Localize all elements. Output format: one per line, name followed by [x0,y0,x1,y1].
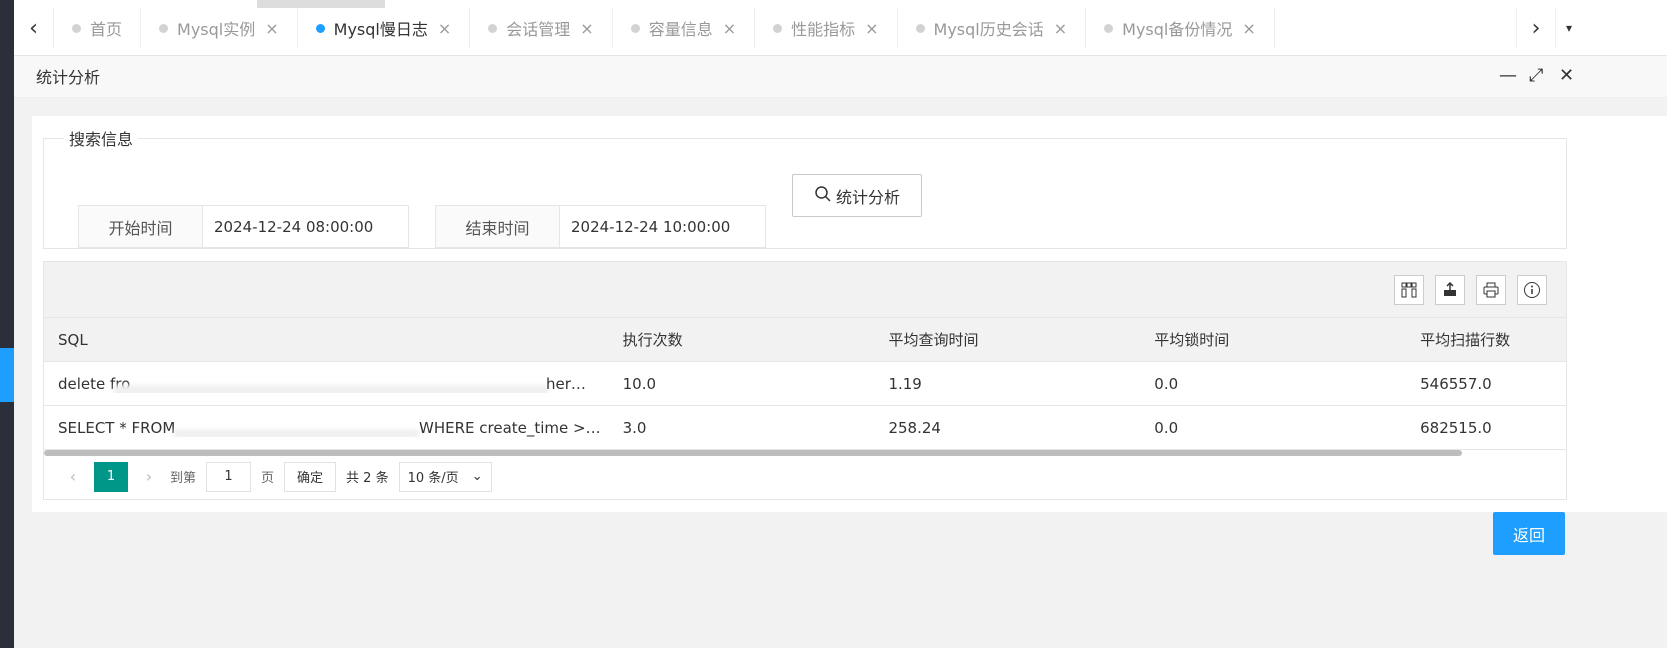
tab-label: Mysql实例 [177,20,256,39]
end-time-input[interactable]: 2024-12-24 10:00:00 [560,206,765,247]
panel-header: 统计分析 — ⤢ ✕ [14,56,1667,98]
tab-dot-icon [630,23,640,33]
count-cell: 10.0 [622,374,657,393]
minimize-icon[interactable]: — [1499,65,1517,86]
tab-dot-icon [315,23,325,33]
tab-label: Mysql慢日志 [333,20,428,39]
tab-capacity-info[interactable]: 容量信息 × [613,8,756,48]
table-toolbar [44,262,1566,318]
end-time-field: 结束时间 2024-12-24 10:00:00 [435,205,766,248]
page-unit-label: 页 [261,471,275,486]
tabs: 首页 Mysql实例 × Mysql慢日志 × 会话管理 × 容量信息 × 性能… [54,8,1275,48]
close-icon[interactable]: ✕ [1559,65,1574,86]
tab-scroll-left-icon[interactable]: ‹ [14,8,54,48]
start-time-field: 开始时间 2024-12-24 08:00:00 [78,205,409,248]
avg-rows-cell: 546557.0 [1420,374,1492,393]
column-header-avg-lock[interactable]: 平均锁时间 [1140,329,1406,350]
left-sidebar-strip [0,0,14,648]
tab-close-icon[interactable]: × [723,19,736,38]
tab-bar: ‹ 首页 Mysql实例 × Mysql慢日志 × 会话管理 × 容量信息 × [14,0,1667,56]
analyze-button-label: 统计分析 [835,187,900,207]
table-row[interactable]: delete fro her… 10.0 1.19 0.0 546557.0 [44,362,1566,406]
avg-query-cell: 258.24 [888,418,941,437]
column-header-avg-query[interactable]: 平均查询时间 [874,329,1140,350]
start-time-input[interactable]: 2024-12-24 08:00:00 [203,206,408,247]
tab-menu-chevron-down-icon[interactable]: ▾ [1559,8,1579,48]
tab-label: Mysql备份情况 [1122,20,1233,39]
goto-confirm-button[interactable]: 确定 [284,461,337,492]
tab-label: Mysql历史会话 [933,20,1044,39]
sql-cell: SELECT * FROM WHERE create_time >… [44,419,609,437]
tab-close-icon[interactable]: × [1242,19,1255,38]
column-header-avg-rows[interactable]: 平均扫描行数 [1406,329,1566,350]
tab-top-accent [257,0,385,8]
tab-dot-icon [159,23,169,33]
maximize-icon[interactable]: ⤢ [1529,65,1543,86]
avg-lock-cell: 0.0 [1154,418,1179,437]
chevron-down-icon: ⌄ [471,469,483,484]
current-page-button[interactable]: 1 [94,461,128,492]
tab-close-icon[interactable]: × [438,19,451,38]
export-icon[interactable] [1435,275,1465,305]
page-size-value: 10 条/页 [407,471,459,486]
tab-dot-icon [915,23,925,33]
sidebar-active-indicator [0,348,14,402]
tab-mysql-history-session[interactable]: Mysql历史会话 × [898,8,1087,48]
total-count: 共 2 条 [346,471,389,486]
sql-cell: delete fro her… [44,375,609,393]
tab-label: 会话管理 [506,20,571,39]
tab-mysql-slow-log[interactable]: Mysql慢日志 × [298,8,471,48]
content-card: 搜索信息 开始时间 2024-12-24 08:00:00 结束时间 2024-… [32,116,1667,512]
search-icon [814,185,832,207]
back-button[interactable]: 返回 [1493,512,1565,555]
info-icon[interactable] [1517,275,1547,305]
prev-page-icon[interactable]: ‹ [58,467,88,486]
tab-close-icon[interactable]: × [1054,19,1067,38]
tab-scroll-right-icon[interactable]: › [1516,8,1556,48]
tab-label: 性能指标 [791,20,856,39]
tab-session-management[interactable]: 会话管理 × [470,8,613,48]
tab-close-icon[interactable]: × [865,19,878,38]
next-page-icon[interactable]: › [134,467,164,486]
sql-text-end: WHERE create_time >… [419,418,601,437]
search-legend: 搜索信息 [69,130,134,149]
tab-label: 首页 [90,20,123,39]
table-header: SQL 执行次数 平均查询时间 平均锁时间 平均扫描行数 [44,318,1566,362]
table-row[interactable]: SELECT * FROM WHERE create_time >… 3.0 2… [44,406,1566,450]
tab-dot-icon [773,23,783,33]
tab-mysql-instance[interactable]: Mysql实例 × [141,8,298,48]
column-header-count[interactable]: 执行次数 [609,329,875,350]
avg-query-cell: 1.19 [888,374,922,393]
tab-dot-icon [488,23,498,33]
avg-lock-cell: 0.0 [1154,374,1179,393]
tab-dot-icon [72,23,81,33]
column-header-sql[interactable]: SQL [44,331,609,349]
redaction-mask [114,384,548,393]
print-icon[interactable] [1476,275,1506,305]
panel-title: 统计分析 [36,68,101,87]
sql-text-start: SELECT * FROM [58,418,176,437]
count-cell: 3.0 [622,418,647,437]
pagination: ‹ 1 › 到第 1 页 确定 共 2 条 10 条/页 ⌄ [44,454,1566,499]
columns-filter-icon[interactable] [1394,275,1424,305]
tab-label: 容量信息 [648,20,713,39]
sql-text-end: her… [546,374,586,393]
tab-close-icon[interactable]: × [265,19,278,38]
goto-page-input[interactable]: 1 [206,461,252,492]
redaction-mask [174,428,419,437]
tab-close-icon[interactable]: × [580,19,593,38]
tab-dot-icon [1104,23,1114,33]
end-time-label: 结束时间 [436,206,560,247]
analyze-button[interactable]: 统计分析 [792,174,922,217]
goto-label: 到第 [170,471,197,486]
page-size-select[interactable]: 10 条/页 ⌄ [398,461,492,492]
start-time-label: 开始时间 [79,206,203,247]
tab-mysql-backup[interactable]: Mysql备份情况 × [1086,8,1275,48]
tab-performance-metrics[interactable]: 性能指标 × [755,8,898,48]
tab-home[interactable]: 首页 [54,8,142,48]
result-table: SQL 执行次数 平均查询时间 平均锁时间 平均扫描行数 delete fro … [43,261,1567,500]
avg-rows-cell: 682515.0 [1420,418,1492,437]
